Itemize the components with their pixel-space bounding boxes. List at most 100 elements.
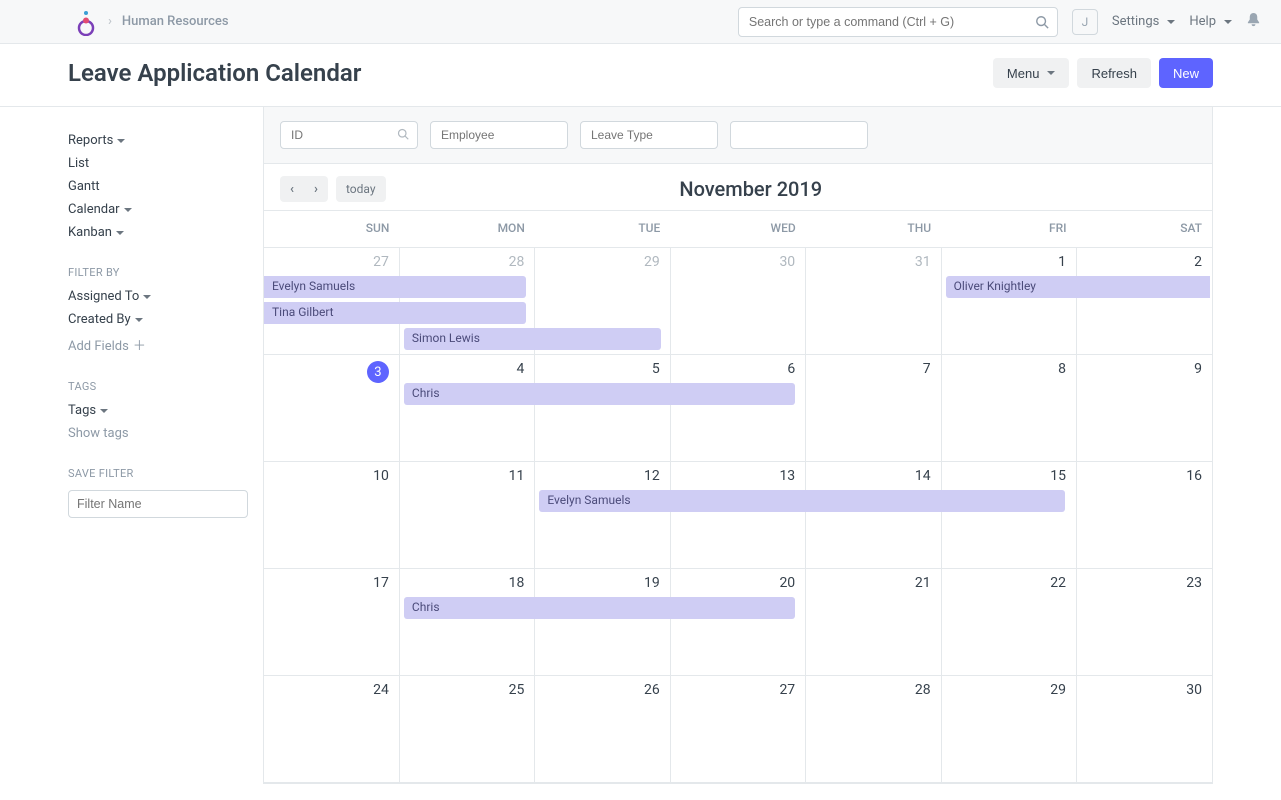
calendar-cell[interactable]: 31 xyxy=(806,248,941,355)
add-fields[interactable]: Add Fields＋ xyxy=(68,331,247,358)
calendar-cell[interactable]: 30 xyxy=(1077,676,1212,783)
calendar-cell[interactable]: 12Evelyn Samuels xyxy=(535,462,670,569)
day-number: 8 xyxy=(942,355,1076,379)
calendar-cell[interactable]: 14 xyxy=(806,462,941,569)
sidebar-item-list[interactable]: List xyxy=(68,152,247,175)
day-number: 25 xyxy=(400,676,534,700)
menu-button[interactable]: Menu xyxy=(993,58,1070,88)
breadcrumb-module[interactable]: Human Resources xyxy=(122,14,229,29)
day-number: 30 xyxy=(671,248,805,272)
calendar-cell[interactable]: 17 xyxy=(264,569,399,676)
calendar-cell[interactable]: 25 xyxy=(399,676,534,783)
calendar-cell[interactable]: 20 xyxy=(670,569,805,676)
global-search[interactable] xyxy=(738,7,1058,37)
page-header: Leave Application Calendar Menu Refresh … xyxy=(0,44,1281,107)
new-button[interactable]: New xyxy=(1159,58,1213,88)
chevron-right-icon: › xyxy=(108,14,112,29)
day-header: WED xyxy=(670,211,805,248)
calendar-cell[interactable]: 6 xyxy=(670,355,805,462)
sidebar-item-calendar[interactable]: Calendar xyxy=(68,198,247,221)
leave-event[interactable]: Evelyn Samuels xyxy=(539,490,1065,512)
calendar-cell[interactable]: 27Evelyn SamuelsTina Gilbert xyxy=(264,248,399,355)
calendar-cell[interactable]: 5 xyxy=(535,355,670,462)
filter-id[interactable] xyxy=(280,121,418,149)
leave-event[interactable]: Tina Gilbert xyxy=(264,302,526,324)
calendar-cell[interactable]: 23 xyxy=(1077,569,1212,676)
filter-employee[interactable] xyxy=(430,121,568,149)
calendar-today-button[interactable]: today xyxy=(336,176,386,202)
help-menu[interactable]: Help xyxy=(1189,14,1232,29)
calendar-cell[interactable]: 18Chris xyxy=(399,569,534,676)
show-tags[interactable]: Show tags xyxy=(68,422,247,445)
filter-assigned-to[interactable]: Assigned To xyxy=(68,285,247,308)
calendar-cell[interactable]: 10 xyxy=(264,462,399,569)
day-header: SAT xyxy=(1077,211,1212,248)
calendar-cell[interactable]: 7 xyxy=(806,355,941,462)
day-number: 23 xyxy=(1077,569,1212,593)
calendar-cell[interactable]: 29 xyxy=(941,676,1076,783)
calendar-cell[interactable]: 27 xyxy=(670,676,805,783)
day-number: 22 xyxy=(942,569,1076,593)
breadcrumb: › Human Resources xyxy=(108,14,229,29)
day-number: 31 xyxy=(806,248,940,272)
calendar-cell[interactable]: 11 xyxy=(399,462,534,569)
sidebar: Reports List Gantt Calendar Kanban Filte… xyxy=(68,107,263,784)
search-input[interactable] xyxy=(749,15,1027,29)
day-number: 13 xyxy=(671,462,805,486)
day-number: 26 xyxy=(535,676,669,700)
calendar-cell[interactable]: 28Simon Lewis xyxy=(399,248,534,355)
calendar-prev[interactable]: ‹ xyxy=(280,182,304,197)
tags-label: Tags xyxy=(68,380,247,393)
calendar-toolbar: ‹ › today November 2019 xyxy=(264,164,1212,210)
calendar-cell[interactable]: 28 xyxy=(806,676,941,783)
calendar-cell[interactable]: 21 xyxy=(806,569,941,676)
filter-name-input[interactable] xyxy=(68,490,248,518)
calendar-cell[interactable]: 4Chris xyxy=(399,355,534,462)
sidebar-item-kanban[interactable]: Kanban xyxy=(68,221,247,244)
calendar-title: November 2019 xyxy=(679,177,822,201)
day-number: 1 xyxy=(942,248,1076,272)
day-number: 19 xyxy=(535,569,669,593)
settings-menu[interactable]: Settings xyxy=(1112,14,1175,29)
leave-event[interactable]: Chris xyxy=(404,383,795,405)
day-number: 6 xyxy=(671,355,805,379)
calendar-cell[interactable]: 8 xyxy=(941,355,1076,462)
leave-event[interactable]: Simon Lewis xyxy=(404,328,661,350)
calendar-cell[interactable]: 3 xyxy=(264,355,399,462)
filter-created-by[interactable]: Created By xyxy=(68,308,247,331)
calendar-cell[interactable]: 2 xyxy=(1077,248,1212,355)
day-number: 24 xyxy=(264,676,399,700)
calendar-cell[interactable]: 13 xyxy=(670,462,805,569)
calendar-cell[interactable]: 9 xyxy=(1077,355,1212,462)
day-header: TUE xyxy=(535,211,670,248)
filter-leave-type[interactable] xyxy=(580,121,718,149)
leave-event[interactable]: Evelyn Samuels xyxy=(264,276,526,298)
filter-by-label: Filter By xyxy=(68,266,247,279)
calendar-next[interactable]: › xyxy=(304,182,328,197)
leave-event[interactable]: Oliver Knightley xyxy=(946,276,1211,298)
day-number: 15 xyxy=(942,462,1076,486)
calendar-cell[interactable]: 30 xyxy=(670,248,805,355)
calendar-cell[interactable]: 15 xyxy=(941,462,1076,569)
leave-event[interactable]: Chris xyxy=(404,597,795,619)
avatar[interactable]: J xyxy=(1072,9,1098,35)
tags-dropdown[interactable]: Tags xyxy=(68,399,247,422)
sidebar-item-reports[interactable]: Reports xyxy=(68,129,247,152)
calendar-cell[interactable]: 24 xyxy=(264,676,399,783)
save-filter-label: Save Filter xyxy=(68,467,247,480)
bell-icon[interactable] xyxy=(1246,12,1261,31)
calendar-grid: SUNMONTUEWEDTHUFRISAT 27Evelyn SamuelsTi… xyxy=(264,210,1212,783)
sidebar-item-gantt[interactable]: Gantt xyxy=(68,175,247,198)
filter-extra[interactable] xyxy=(730,121,868,149)
day-header: THU xyxy=(806,211,941,248)
page-title: Leave Application Calendar xyxy=(68,59,361,87)
calendar-cell[interactable]: 16 xyxy=(1077,462,1212,569)
refresh-button[interactable]: Refresh xyxy=(1077,58,1151,88)
calendar-cell[interactable]: 22 xyxy=(941,569,1076,676)
calendar-cell[interactable]: 1Oliver Knightley xyxy=(941,248,1076,355)
calendar-cell[interactable]: 26 xyxy=(535,676,670,783)
plus-icon: ＋ xyxy=(133,339,146,354)
day-number: 29 xyxy=(535,248,669,272)
calendar-cell[interactable]: 19 xyxy=(535,569,670,676)
day-number: 28 xyxy=(806,676,940,700)
